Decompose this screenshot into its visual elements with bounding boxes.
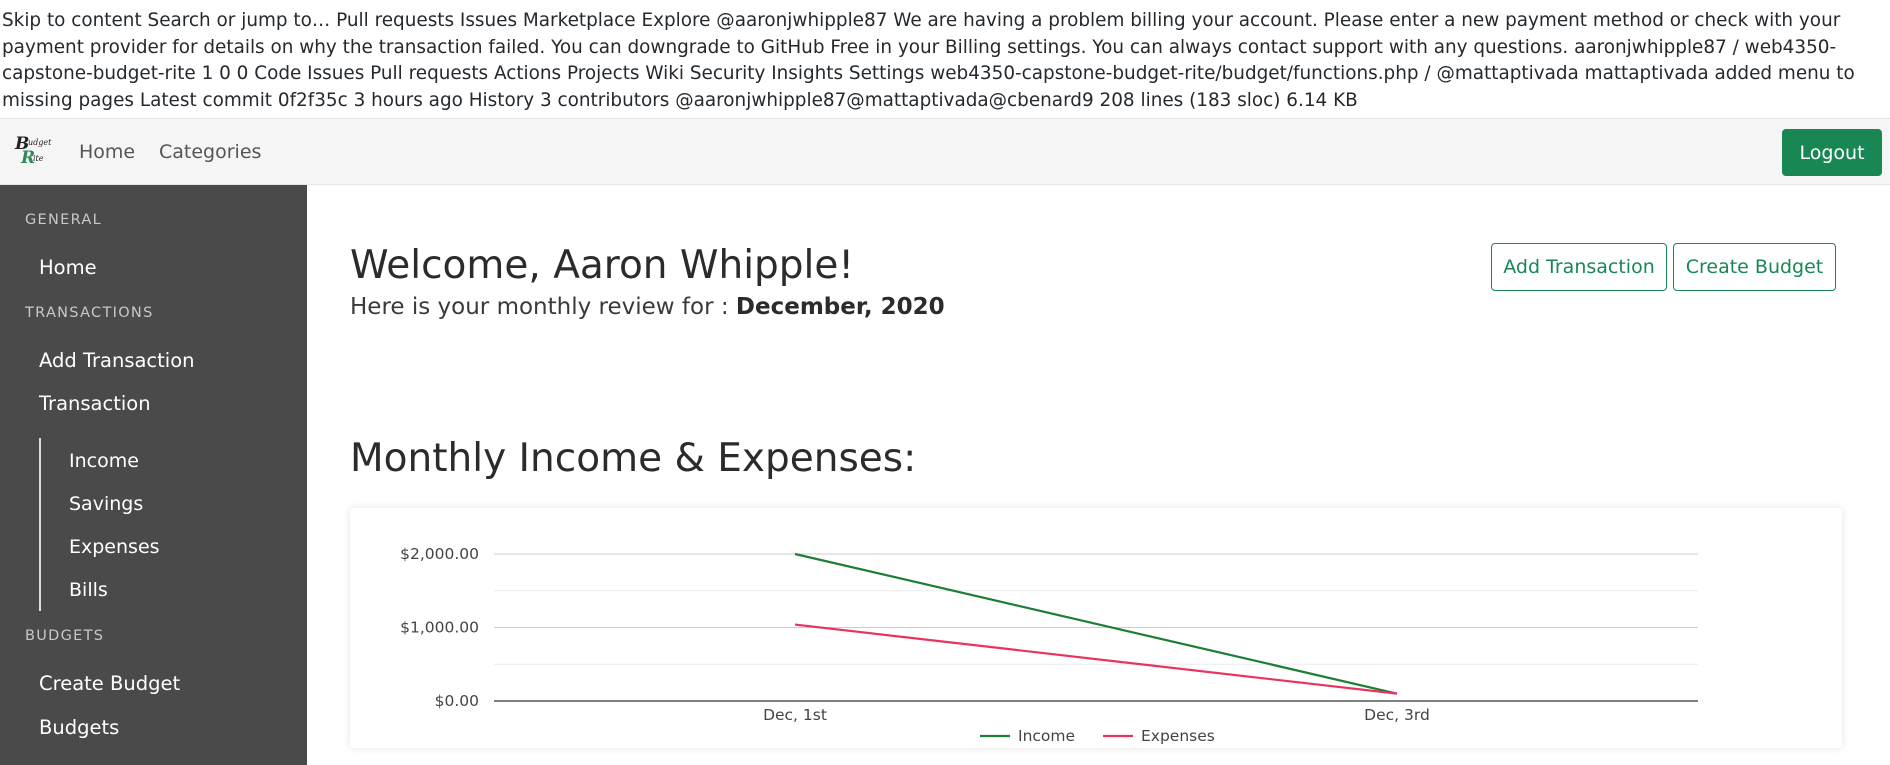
nav-home-link[interactable]: Home bbox=[79, 141, 135, 163]
monthly-review-subtitle: Here is your monthly review for : Decemb… bbox=[350, 294, 945, 320]
sidebar-item-budgets[interactable]: Budgets bbox=[39, 716, 119, 739]
nav-categories-link[interactable]: Categories bbox=[159, 141, 261, 163]
sidebar-heading-transactions: TRANSACTIONS bbox=[25, 305, 154, 321]
welcome-heading: Welcome, Aaron Whipple! bbox=[350, 243, 855, 288]
y-tick-label: $0.00 bbox=[435, 692, 479, 710]
x-tick-label: Dec, 3rd bbox=[1364, 706, 1430, 724]
review-prefix: Here is your monthly review for : bbox=[350, 294, 736, 320]
review-month: December, 2020 bbox=[735, 294, 945, 320]
sidebar-item-transaction[interactable]: Transaction bbox=[39, 392, 151, 415]
legend-label-expenses: Expenses bbox=[1141, 727, 1215, 745]
sidebar-heading-general: GENERAL bbox=[25, 212, 102, 228]
sidebar-item-savings[interactable]: Savings bbox=[69, 493, 143, 515]
series-line-income bbox=[794, 552, 1398, 695]
sidebar-submenu-line bbox=[39, 438, 41, 611]
x-tick-label: Dec, 1st bbox=[763, 706, 827, 724]
series-line-expenses bbox=[794, 623, 1398, 695]
sidebar-item-add-transaction[interactable]: Add Transaction bbox=[39, 349, 195, 372]
y-tick-label: $2,000.00 bbox=[400, 545, 479, 563]
sidebar-item-bills[interactable]: Bills bbox=[69, 579, 108, 601]
github-page-text: Skip to content Search or jump to… Pull … bbox=[2, 10, 1855, 111]
sidebar-item-expenses[interactable]: Expenses bbox=[69, 536, 160, 558]
income-expenses-chart: $0.00 $1,000.00 $2,000.00 Dec, 1st Dec, 3rd I… bbox=[350, 508, 1842, 748]
sidebar-heading-budgets: BUDGETS bbox=[25, 628, 105, 644]
logout-button[interactable]: Logout bbox=[1782, 129, 1882, 176]
top-navbar bbox=[0, 118, 1890, 185]
sidebar-item-home[interactable]: Home bbox=[39, 256, 97, 279]
create-budget-button[interactable]: Create Budget bbox=[1673, 243, 1836, 291]
legend-label-income: Income bbox=[1018, 727, 1075, 745]
add-transaction-button[interactable]: Add Transaction bbox=[1491, 243, 1667, 291]
y-tick-label: $1,000.00 bbox=[400, 619, 479, 637]
monthly-income-expenses-heading: Monthly Income & Expenses: bbox=[350, 436, 917, 481]
sidebar-item-income[interactable]: Income bbox=[69, 450, 139, 472]
line-chart-svg: $0.00 $1,000.00 $2,000.00 Dec, 1st Dec, 3rd I… bbox=[400, 545, 1698, 745]
budget-rite-logo[interactable]: Budget Rite bbox=[15, 134, 53, 168]
sidebar-item-create-budget[interactable]: Create Budget bbox=[39, 672, 180, 695]
